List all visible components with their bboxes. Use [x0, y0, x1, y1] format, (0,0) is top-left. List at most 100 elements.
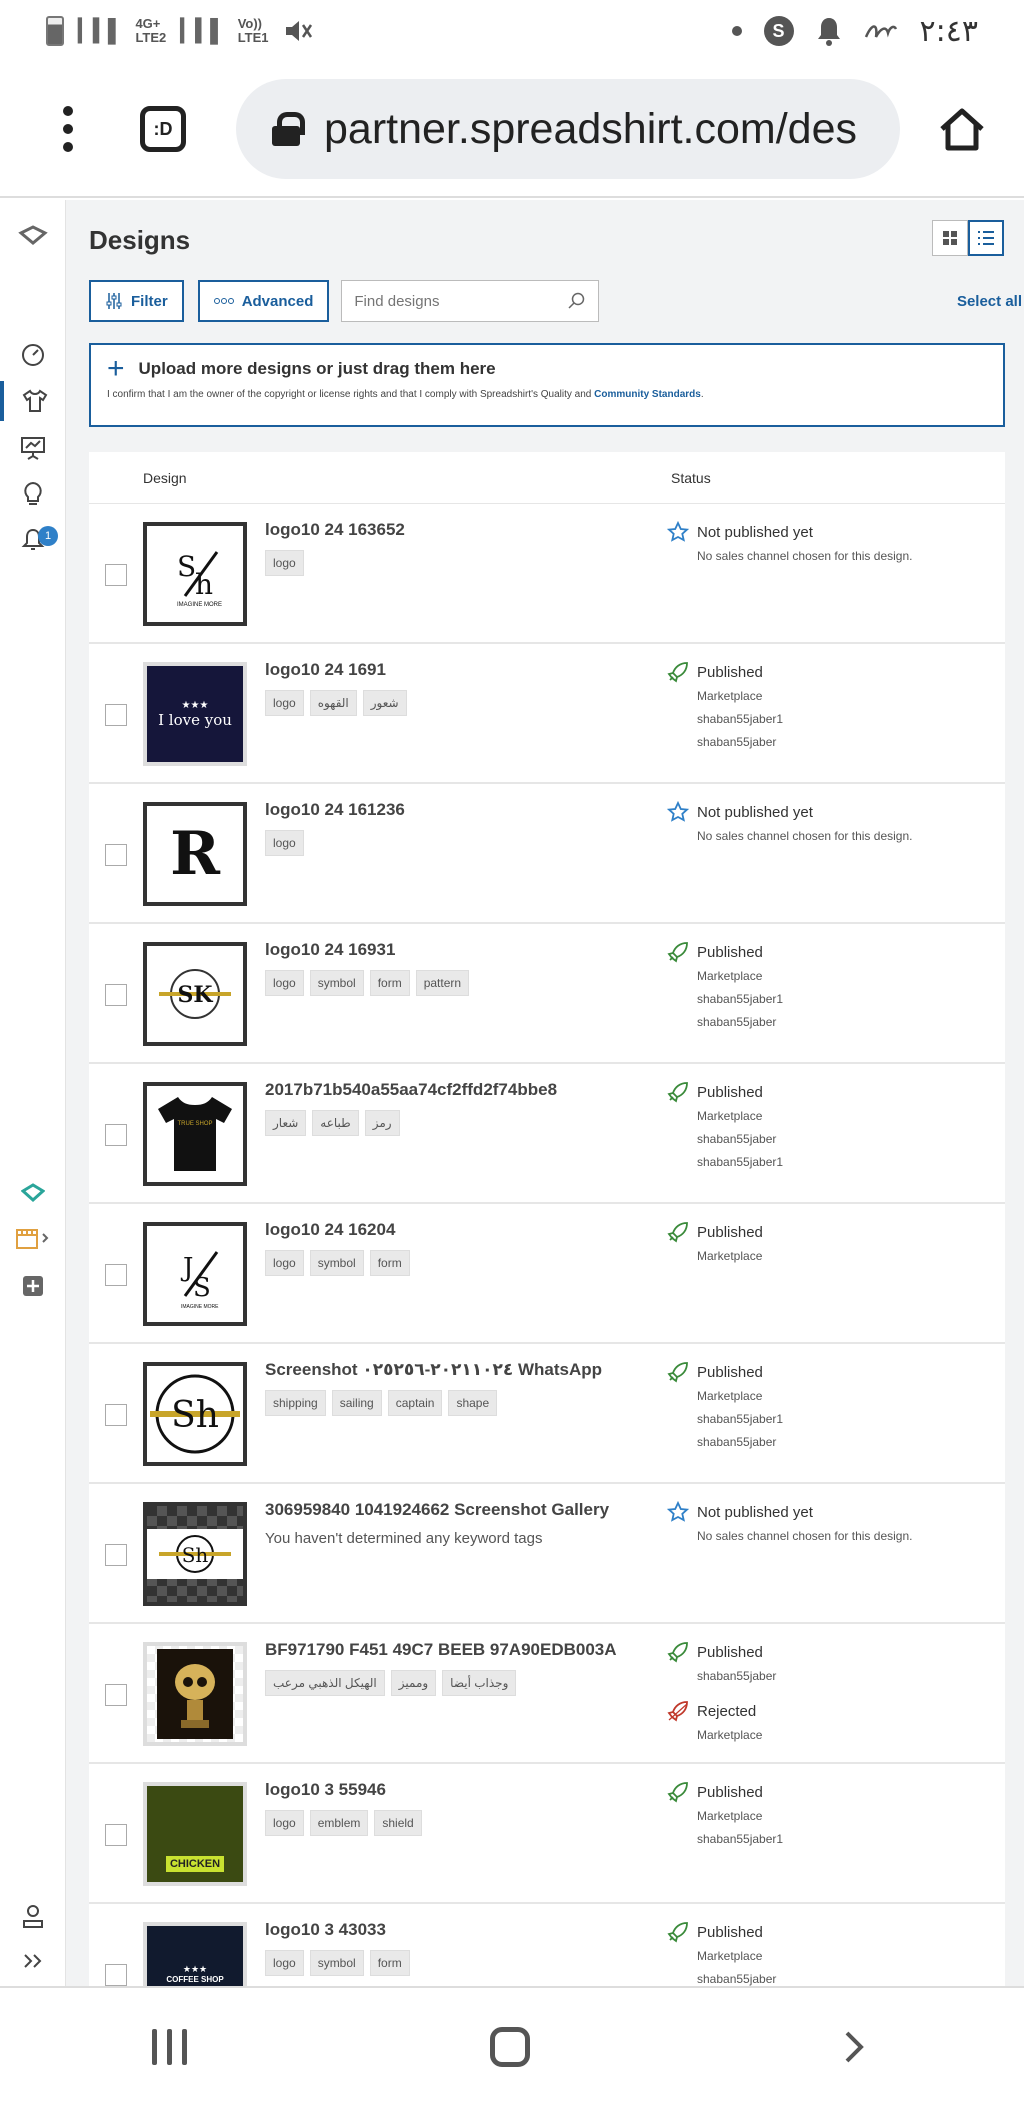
design-name[interactable]: logo10 24 163652	[265, 520, 405, 540]
clock: ٢:٤٣	[919, 13, 978, 49]
row-checkbox[interactable]	[105, 1824, 127, 1846]
battery-icon	[46, 16, 64, 46]
tag-list: logo symbol form	[265, 1250, 410, 1276]
design-name[interactable]: logo10 24 16204	[265, 1220, 395, 1240]
table-row[interactable]: BF971790 F451 49C7 BEEB 97A90EDB003A الهي…	[89, 1624, 1005, 1764]
spreadshirt-logo-icon[interactable]	[0, 216, 66, 256]
url-bar[interactable]: partner.spreadshirt.com/des	[236, 79, 900, 179]
design-thumbnail[interactable]: J S IMAGINE MORE	[143, 1222, 247, 1326]
status-detail: Marketplace	[697, 1108, 763, 1123]
svg-text:Sh: Sh	[171, 1395, 219, 1436]
design-thumbnail[interactable]: Sh	[143, 1502, 247, 1606]
design-thumbnail[interactable]: R	[143, 802, 247, 906]
add-shop-icon[interactable]	[0, 1266, 66, 1306]
grid-view-button[interactable]	[932, 220, 968, 256]
designs-nav-icon[interactable]	[0, 381, 66, 421]
upload-note-text: I confirm that I am the owner of the cop…	[107, 389, 595, 400]
status-state: Published	[697, 1083, 763, 1101]
design-thumbnail[interactable]	[143, 1642, 247, 1746]
design-name[interactable]: logo10 24 1691	[265, 660, 386, 680]
design-name[interactable]: 2017b71b540a55aa74cf2ffd2f74bbe8	[265, 1080, 557, 1100]
search-box[interactable]	[341, 280, 600, 322]
design-name[interactable]: logo10 3 43033	[265, 1920, 386, 1940]
select-all-link[interactable]: Select all	[957, 293, 1022, 310]
search-input[interactable]	[354, 292, 569, 310]
home-icon[interactable]	[938, 105, 986, 153]
status-cell: Published Marketplace shaban55jaber1	[667, 1780, 997, 1850]
table-row[interactable]: Sh Screenshot ٢٠٢١١٠٢٤-٠٢٥٢٥٦ WhatsApp shi…	[89, 1344, 1005, 1484]
advanced-button[interactable]: Advanced	[197, 280, 330, 322]
url-text[interactable]: partner.spreadshirt.com/des	[324, 105, 857, 154]
browser-bar: :D partner.spreadshirt.com/des	[0, 62, 1024, 198]
row-checkbox[interactable]	[105, 1964, 127, 1986]
upload-dropzone[interactable]: + Upload more designs or just drag them …	[89, 343, 1005, 427]
table-row[interactable]: Sh IMAGINE MORE logo10 24 163652 logo Not pu…	[89, 504, 1005, 644]
table-row[interactable]: CHICKEN logo10 3 55946 logo emblem shield Pub…	[89, 1764, 1005, 1904]
community-standards-link[interactable]: Community Standards	[594, 389, 701, 400]
table-row[interactable]: TRUE SHOP 2017b71b540a55aa74cf2ffd2f74bbe…	[89, 1064, 1005, 1204]
row-checkbox[interactable]	[105, 1264, 127, 1286]
table-row[interactable]: J S IMAGINE MORE logo10 24 16204 logo symbol f…	[89, 1204, 1005, 1344]
shop-icon[interactable]	[0, 1218, 66, 1258]
design-name[interactable]: BF971790 F451 49C7 BEEB 97A90EDB003A	[265, 1640, 617, 1660]
table-row[interactable]: Sh 306959840 1041924662 Screenshot Galler…	[89, 1484, 1005, 1624]
recent-apps-icon[interactable]	[151, 2028, 187, 2065]
keyword-tag: symbol	[309, 1250, 364, 1276]
status-cell: Published Marketplace	[667, 1220, 997, 1267]
home-button-icon[interactable]	[489, 2026, 530, 2067]
table-row[interactable]: Rlogo10 24 161236 logo Not published yet No…	[89, 784, 1005, 924]
design-thumbnail[interactable]: TRUE SHOP	[143, 1082, 247, 1186]
table-row[interactable]: ★★★ COFFEE SHOP logo10 3 43033 logo symbol fo…	[89, 1904, 1005, 1986]
list-view-button[interactable]	[968, 220, 1004, 256]
design-name[interactable]: logo10 3 55946	[265, 1780, 386, 1800]
rocket-icon	[667, 1361, 689, 1383]
status-line: Not published yet	[667, 800, 997, 824]
svg-text:TRUE SHOP: TRUE SHOP	[177, 1121, 212, 1127]
row-checkbox[interactable]	[105, 1124, 127, 1146]
design-thumbnail[interactable]: SK	[143, 942, 247, 1046]
design-thumbnail[interactable]: Sh IMAGINE MORE	[143, 522, 247, 626]
row-checkbox[interactable]	[105, 564, 127, 586]
keyword-tag: emblem	[309, 1810, 369, 1836]
design-thumbnail[interactable]: ★★★ I love you	[143, 662, 247, 766]
design-name[interactable]: logo10 24 161236	[265, 800, 405, 820]
filter-button[interactable]: Filter	[89, 280, 184, 322]
account-icon[interactable]	[0, 1896, 66, 1936]
table-row[interactable]: ★★★ I love you logo10 24 1691 logo القهوه شعو…	[89, 644, 1005, 784]
row-checkbox[interactable]	[105, 844, 127, 866]
main-content: Designs Filter Advanced Select all + Upl…	[66, 200, 1024, 1986]
design-name[interactable]: Screenshot ٢٠٢١١٠٢٤-٠٢٥٢٥٦ WhatsApp	[265, 1360, 602, 1380]
table-header: Design Status	[89, 452, 1005, 504]
design-name[interactable]: logo10 24 16931	[265, 940, 395, 960]
svg-text:Sh: Sh	[182, 1543, 209, 1567]
row-checkbox[interactable]	[105, 1684, 127, 1706]
marketplace-logo-icon[interactable]	[0, 1173, 66, 1213]
keyword-tag: captain	[387, 1390, 443, 1416]
table-row[interactable]: SK logo10 24 16931 logo symbol form pattern Pu…	[89, 924, 1005, 1064]
design-thumbnail[interactable]: CHICKEN	[143, 1782, 247, 1886]
lightbulb-icon[interactable]	[0, 474, 66, 514]
expand-sidebar-icon[interactable]	[0, 1941, 66, 1981]
status-detail: Marketplace	[697, 688, 763, 703]
tag-list: logo	[265, 550, 304, 576]
status-state: Published	[697, 1363, 763, 1381]
search-icon[interactable]	[568, 292, 586, 310]
dashboard-icon[interactable]	[0, 335, 66, 375]
row-checkbox[interactable]	[105, 984, 127, 1006]
notifications-icon[interactable]: 1	[0, 520, 66, 560]
browser-menu-icon[interactable]	[58, 106, 78, 152]
presentation-icon[interactable]	[0, 428, 66, 468]
tag-list: logo	[265, 830, 304, 856]
tab-switcher-icon[interactable]: :D	[140, 106, 186, 152]
row-checkbox[interactable]	[105, 704, 127, 726]
design-thumbnail[interactable]: Sh	[143, 1362, 247, 1466]
design-thumbnail[interactable]: ★★★ COFFEE SHOP	[143, 1922, 247, 1986]
rocket-icon	[667, 661, 689, 683]
status-detail: Marketplace	[697, 1808, 763, 1823]
row-checkbox[interactable]	[105, 1544, 127, 1566]
back-icon[interactable]	[833, 2027, 873, 2067]
svg-text:S: S	[193, 1273, 211, 1303]
row-checkbox[interactable]	[105, 1404, 127, 1426]
design-name[interactable]: 306959840 1041924662 Screenshot Gallery	[265, 1500, 609, 1520]
keyword-tag: طباعه	[312, 1110, 359, 1136]
